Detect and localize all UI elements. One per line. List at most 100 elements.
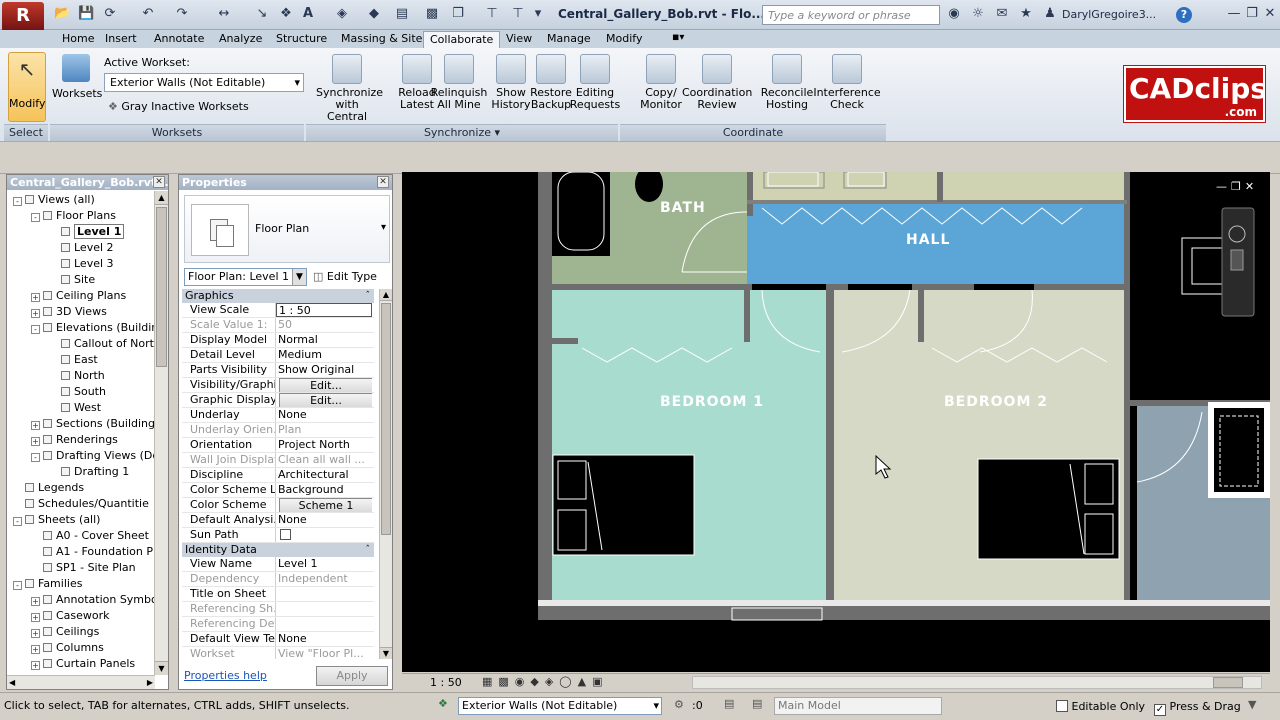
tree-item[interactable]: East [7,352,155,368]
coordination-review-button[interactable]: Coordination Review [682,54,752,111]
property-row[interactable]: Wall Join Display Clean all wall ... [182,453,374,468]
bed-2[interactable] [977,458,1120,560]
active-workset-dropdown[interactable]: Exterior Walls (Not Editable) ▾ [104,73,304,92]
favorites-icon[interactable]: ★ [1018,6,1034,22]
property-value[interactable]: Project North [276,438,372,452]
tree-item[interactable]: Level 3 [7,256,155,272]
browser-hscroll[interactable]: ◀ ▶ [7,675,155,689]
collapse-icon[interactable]: - [31,213,40,222]
sun-path-checkbox[interactable] [280,529,291,540]
browser-scroll-thumb[interactable] [156,207,167,367]
view-control-icons[interactable]: ▦▩◉◆◈◯▲▣ [482,675,608,688]
collapse-icon[interactable]: - [31,453,40,462]
split-icon[interactable]: ⊤ [510,6,526,22]
property-value[interactable]: Background [276,483,372,497]
detail-icon[interactable]: ▤ [394,6,410,22]
editable-only-toggle[interactable]: Editable Only [1056,697,1145,717]
tab-manage[interactable]: Manage [541,31,597,48]
3d-view-icon[interactable]: ◈ [334,6,350,22]
scroll-down-icon[interactable]: ▼ [155,661,168,675]
tree-item[interactable]: - Families [7,576,155,592]
section-icon[interactable]: ◆ [366,6,382,22]
property-edit-button[interactable]: Edit... [279,393,372,407]
identity-group-header[interactable]: Identity Data ˆ [182,543,374,557]
subscription-icon[interactable]: ✉ [994,6,1010,22]
property-row[interactable]: Default View Te... None [182,632,374,647]
property-value[interactable]: Architectural [276,468,372,482]
type-selector[interactable]: Floor Plan ▾ [184,195,390,263]
tree-item[interactable]: - Floor Plans [7,208,155,224]
scroll-left-icon[interactable]: ◀ [9,676,15,689]
expand-icon[interactable]: + [31,293,40,302]
property-edit-button[interactable]: Edit... [279,378,372,392]
tree-item[interactable]: + Renderings [7,432,155,448]
property-row[interactable]: View Name Level 1 [182,557,374,572]
drawing-canvas[interactable]: BATH HALL BEDROOM 1 BEDROOM 2 —❐✕ [402,172,1270,672]
redo-icon[interactable]: ↷ [174,6,190,22]
press-drag-toggle[interactable]: ✓ Press & Drag [1154,697,1241,717]
switch-windows-icon[interactable]: ❐ [450,6,466,22]
property-row[interactable]: Underlay None [182,408,374,423]
tree-item[interactable]: - Elevations (Buildin [7,320,155,336]
tree-item[interactable]: Legends [7,480,155,496]
synchronize-panel-label[interactable]: Synchronize ▾ [306,124,618,141]
tab-collaborate[interactable]: Collaborate [423,31,501,48]
property-row[interactable]: Display Model Normal [182,333,374,348]
property-value[interactable]: Scheme 1 [276,498,372,512]
property-value[interactable]: Medium [276,348,372,362]
design-option-dropdown[interactable]: Main Model [774,697,942,715]
tab-view[interactable]: View [500,31,538,48]
design-options-status-icon[interactable]: ▤ [724,697,734,710]
expand-icon[interactable]: + [31,613,40,622]
property-row[interactable]: Referencing Sh... [182,602,374,617]
property-row[interactable]: Color Scheme L...Background [182,483,374,498]
close-icon[interactable]: ✕ [1262,6,1278,22]
property-row[interactable]: Graphic Display...Edit... [182,393,374,408]
tab-home[interactable]: Home [56,31,100,48]
property-row[interactable]: Sun Path [182,528,374,543]
expand-icon[interactable]: + [31,437,40,446]
property-row[interactable]: Color Scheme Scheme 1 [182,498,374,513]
open-icon[interactable]: 📂 [54,6,70,22]
tree-item[interactable]: Site [7,272,155,288]
property-row[interactable]: Underlay Orien... Plan [182,423,374,438]
apply-button[interactable]: Apply [316,666,388,686]
view-scale[interactable]: 1 : 50 [430,676,462,689]
properties-scroll-thumb[interactable] [381,303,391,535]
property-value[interactable] [276,528,372,542]
collapse-icon[interactable]: - [13,581,22,590]
communication-icon[interactable]: ☼ [970,6,986,22]
scroll-up-icon[interactable]: ▲ [380,289,392,301]
browser-scrollbar[interactable]: ▲ ▼ [154,191,168,675]
property-value[interactable]: None [276,632,372,646]
editing-requests-button[interactable]: Editing Requests [564,54,626,111]
restore-icon[interactable]: ❐ [1244,6,1260,22]
save-icon[interactable]: 💾 [78,6,94,22]
property-value[interactable]: Normal [276,333,372,347]
tree-item[interactable]: Level 2 [7,240,155,256]
worksets-status-icon[interactable]: ❖ [438,697,448,710]
property-value[interactable]: None [276,408,372,422]
tree-item[interactable]: South [7,384,155,400]
tree-item[interactable]: North [7,368,155,384]
tree-item[interactable]: A1 - Foundation Pla [7,544,155,560]
property-row[interactable]: Dependency Independent [182,572,374,587]
instance-filter-dropdown[interactable]: Floor Plan: Level 1 ▼ [184,268,307,286]
navigation-bar[interactable] [1221,207,1255,317]
property-value[interactable]: None [276,513,372,527]
property-value[interactable]: Show Original [276,363,372,377]
property-row[interactable]: Orientation Project North [182,438,374,453]
main-model-icon[interactable]: ▤ [752,697,762,710]
tab-options-icon[interactable]: ◾▾ [672,32,692,45]
tree-item[interactable]: + Ceiling Plans [7,288,155,304]
graphics-group-header[interactable]: Graphics ˆ [182,289,374,303]
property-row[interactable]: Scale Value 1: 50 [182,318,374,333]
binoculars-icon[interactable]: ◉ [946,6,962,22]
tab-annotate[interactable]: Annotate [148,31,210,48]
expand-icon[interactable]: + [31,421,40,430]
editable-only-checkbox[interactable] [1056,700,1068,712]
tree-item[interactable]: Drafting 1 [7,464,155,480]
interference-check-button[interactable]: Interference Check [812,54,882,111]
text-icon[interactable]: A [300,6,316,22]
canvas-hscroll[interactable] [692,676,1262,689]
